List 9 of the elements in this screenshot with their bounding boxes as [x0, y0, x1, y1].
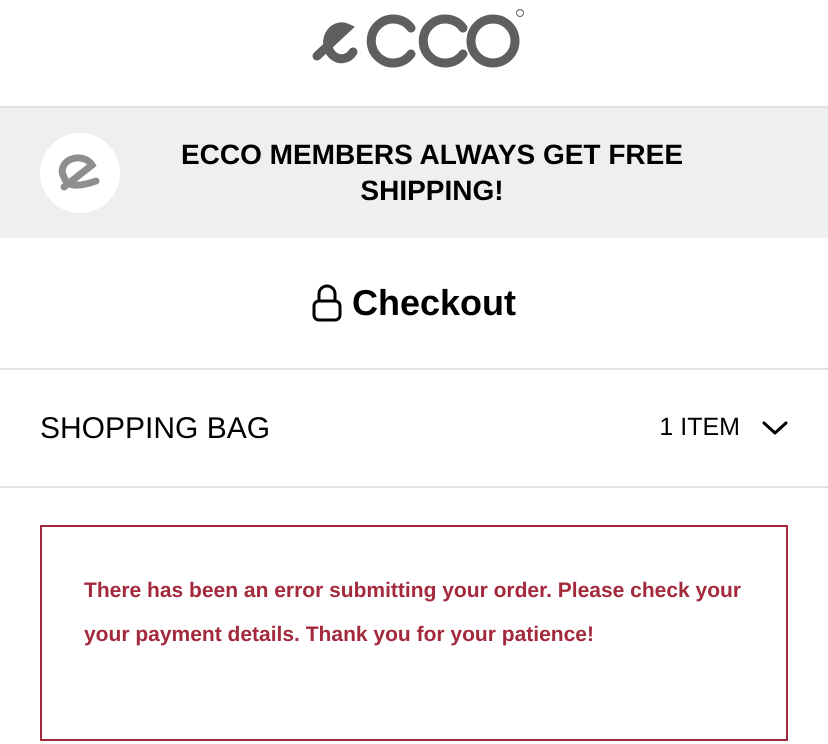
error-message: There has been an error submitting your order. Please check your your payment details. Thank you for your patience! — [84, 578, 742, 648]
shopping-bag-title: SHOPPING BAG — [40, 410, 270, 446]
checkout-title: Checkout — [352, 281, 516, 325]
chevron-icon — [762, 420, 788, 436]
banner-text: ECCO MEMBERS ALWAYS GET FREE SHIPPING! — [180, 138, 684, 208]
shopping-bag-toggle[interactable]: SHOPPING BAG 1 ITEM — [0, 370, 828, 488]
e-icon — [58, 153, 102, 193]
item-count: 1 ITEM — [659, 412, 740, 444]
lock-icon — [312, 284, 342, 322]
